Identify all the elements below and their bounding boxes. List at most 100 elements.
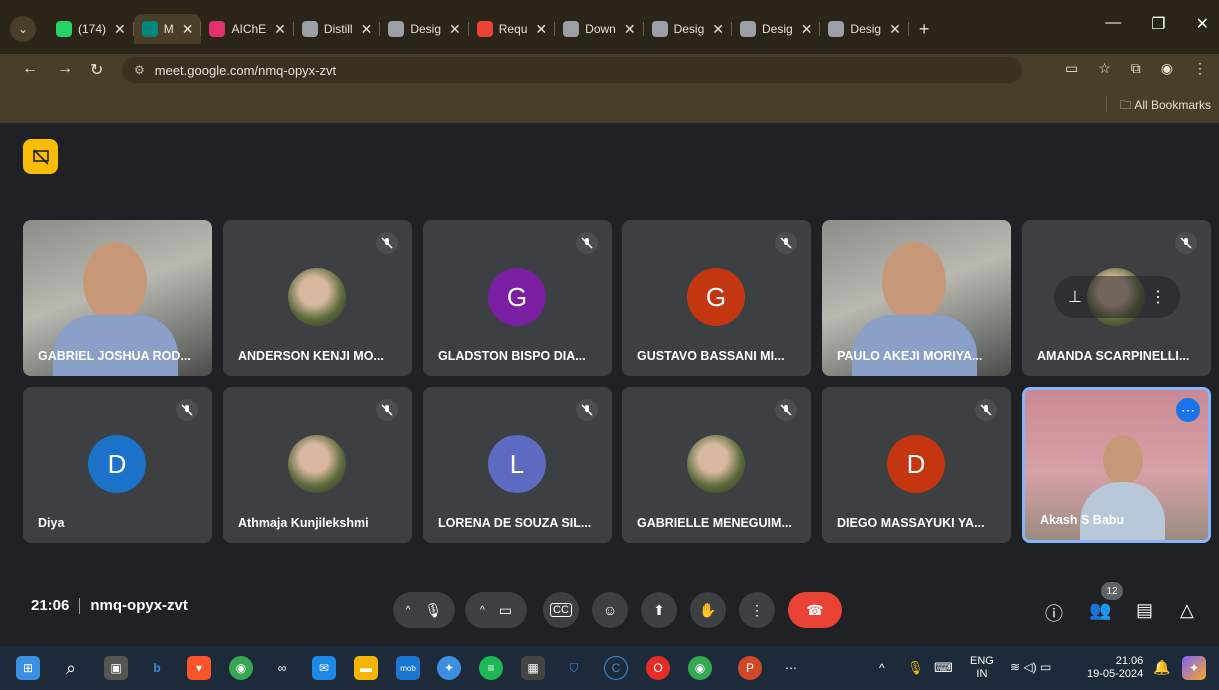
camera-button[interactable]: ▭: [499, 602, 512, 619]
bing-icon[interactable]: b: [145, 656, 169, 680]
back-button[interactable]: ←: [22, 60, 38, 78]
tab-label: Desig: [762, 22, 793, 36]
tab-favicon-icon: [56, 21, 72, 37]
participant-tile[interactable]: D DIEGO MASSAYUKI YA...: [822, 387, 1011, 543]
participant-tile[interactable]: ANDERSON KENJI MO...: [223, 220, 412, 376]
url-bar[interactable]: ⚙ meet.google.com/nmq-opyx-zvt: [122, 57, 1022, 83]
restore-button[interactable]: ❐: [1151, 14, 1165, 34]
brave-icon[interactable]: ▾: [187, 656, 211, 680]
browser-tab[interactable]: Desig ✕: [644, 14, 732, 44]
chrome-active-icon[interactable]: ◉: [688, 656, 712, 680]
close-tab-icon[interactable]: ✕: [182, 21, 194, 38]
mic-options-chevron-icon[interactable]: ^: [406, 605, 411, 616]
defender-icon[interactable]: ⛉: [562, 656, 586, 680]
tray-overflow-chevron-icon[interactable]: ^: [879, 661, 885, 675]
start-button[interactable]: ⊞: [16, 656, 40, 680]
meeting-details-button[interactable]: ⓘ: [1045, 600, 1063, 626]
close-tab-icon[interactable]: ✕: [624, 21, 636, 38]
meta-icon[interactable]: ∞: [270, 656, 294, 680]
mail-icon[interactable]: ✉: [312, 656, 336, 680]
chrome-icon[interactable]: ◉: [229, 656, 253, 680]
camera-indicator-icon[interactable]: ▭: [1065, 60, 1078, 77]
language-indicator[interactable]: ENG IN: [970, 655, 994, 681]
participant-tile[interactable]: L LORENA DE SOUZA SIL...: [423, 387, 612, 543]
participant-tile[interactable]: PAULO AKEJI MORIYA...: [822, 220, 1011, 376]
new-tab-button[interactable]: +: [919, 19, 930, 40]
overflow-apps-icon[interactable]: ⋯: [779, 656, 803, 680]
all-bookmarks-button[interactable]: 🗀 All Bookmarks: [1120, 96, 1211, 117]
close-window-button[interactable]: ✕: [1196, 14, 1209, 34]
browser-menu-icon[interactable]: ⋮: [1193, 60, 1207, 77]
close-tab-icon[interactable]: ✕: [449, 21, 461, 38]
tab-search-button[interactable]: ⌄: [10, 16, 36, 42]
bookmark-star-icon[interactable]: ☆: [1098, 60, 1111, 77]
browser-tab[interactable]: AIChE ✕: [201, 14, 294, 44]
powerpoint-icon[interactable]: P: [738, 656, 762, 680]
people-button[interactable]: 👥: [1089, 600, 1111, 621]
leave-call-button[interactable]: ☎: [788, 592, 842, 628]
microphone-button[interactable]: 🎙: [424, 602, 442, 619]
task-view-icon[interactable]: ▣: [104, 656, 128, 680]
calculator-icon[interactable]: ▦: [521, 656, 545, 680]
reactions-button[interactable]: ☺: [592, 592, 628, 628]
presentation-status-button[interactable]: [23, 139, 58, 174]
participant-tile[interactable]: G GUSTAVO BASSANI MI...: [622, 220, 811, 376]
site-info-icon[interactable]: ⚙: [134, 63, 145, 77]
more-options-button[interactable]: ⋮: [739, 592, 775, 628]
search-icon[interactable]: ⌕: [59, 656, 83, 680]
extensions-icon[interactable]: ⧉: [1131, 60, 1141, 77]
close-tab-icon[interactable]: ✕: [361, 21, 373, 38]
camera-options-chevron-icon[interactable]: ^: [480, 605, 485, 616]
participant-tile[interactable]: ⋯ Akash S Babu: [1022, 387, 1211, 543]
participant-tile[interactable]: ⊥ ⋮ AMANDA SCARPINELLI...: [1022, 220, 1211, 376]
participant-tile[interactable]: G GLADSTON BISPO DIA...: [423, 220, 612, 376]
address-toolbar: ← → ↻ ⚙ meet.google.com/nmq-opyx-zvt ▭ ☆…: [0, 54, 1219, 86]
close-tab-icon[interactable]: ✕: [274, 21, 286, 38]
raise-hand-button[interactable]: ✋: [690, 592, 726, 628]
copilot-pro-icon[interactable]: ✦: [1182, 656, 1206, 680]
file-explorer-icon[interactable]: ▬: [354, 656, 378, 680]
activities-button[interactable]: △: [1180, 600, 1194, 621]
forward-button[interactable]: →: [57, 60, 73, 78]
opera-icon[interactable]: O: [646, 656, 670, 680]
c-app-icon[interactable]: C: [604, 656, 628, 680]
mobile-app-icon[interactable]: mob: [396, 656, 420, 680]
browser-tab[interactable]: (174) ✕: [48, 14, 134, 44]
person-silhouette: [83, 242, 147, 322]
close-tab-icon[interactable]: ✕: [889, 21, 901, 38]
copilot-icon[interactable]: ✦: [437, 656, 461, 680]
spotify-icon[interactable]: ≡: [479, 656, 503, 680]
tab-favicon-icon: [141, 21, 158, 37]
pin-icon[interactable]: ⊥: [1068, 287, 1082, 307]
participant-tile[interactable]: GABRIEL JOSHUA ROD...: [23, 220, 212, 376]
system-clock[interactable]: 21:06 19-05-2024: [1087, 655, 1143, 681]
browser-tab[interactable]: Requ ✕: [469, 14, 556, 44]
tile-options-button[interactable]: ⋯: [1176, 398, 1200, 422]
mic-in-use-icon[interactable]: 🎙: [907, 660, 924, 676]
mic-off-icon: [775, 399, 797, 421]
browser-tab[interactable]: Desig ✕: [820, 14, 909, 44]
reload-button[interactable]: ↻: [90, 60, 103, 80]
close-tab-icon[interactable]: ✕: [535, 21, 547, 38]
participant-tile[interactable]: D Diya: [23, 387, 212, 543]
browser-tab[interactable]: Desig ✕: [732, 14, 821, 44]
tile-more-icon[interactable]: ⋮: [1150, 287, 1166, 307]
browser-tab[interactable]: M ✕: [133, 14, 202, 44]
browser-tab[interactable]: Distill ✕: [294, 14, 381, 44]
participant-tile[interactable]: GABRIELLE MENEGUIM...: [622, 387, 811, 543]
chat-button[interactable]: ▤: [1136, 600, 1153, 621]
keyboard-icon[interactable]: ⌨: [934, 660, 953, 676]
network-volume-battery-icons[interactable]: ≋ ◁) ▭: [1010, 660, 1051, 674]
captions-button[interactable]: CC: [543, 592, 579, 628]
profile-avatar[interactable]: ◉: [1161, 60, 1173, 77]
browser-tab[interactable]: Desig ✕: [380, 14, 469, 44]
close-tab-icon[interactable]: ✕: [712, 21, 724, 38]
notifications-icon[interactable]: 🔔: [1153, 659, 1170, 676]
browser-tab[interactable]: Down ✕: [555, 14, 644, 44]
participant-tile[interactable]: Athmaja Kunjilekshmi: [223, 387, 412, 543]
present-button[interactable]: ⬆: [641, 592, 677, 628]
close-tab-icon[interactable]: ✕: [801, 21, 813, 38]
minimize-button[interactable]: —: [1105, 14, 1121, 34]
close-tab-icon[interactable]: ✕: [114, 21, 126, 38]
participant-letter-avatar: D: [887, 435, 945, 493]
